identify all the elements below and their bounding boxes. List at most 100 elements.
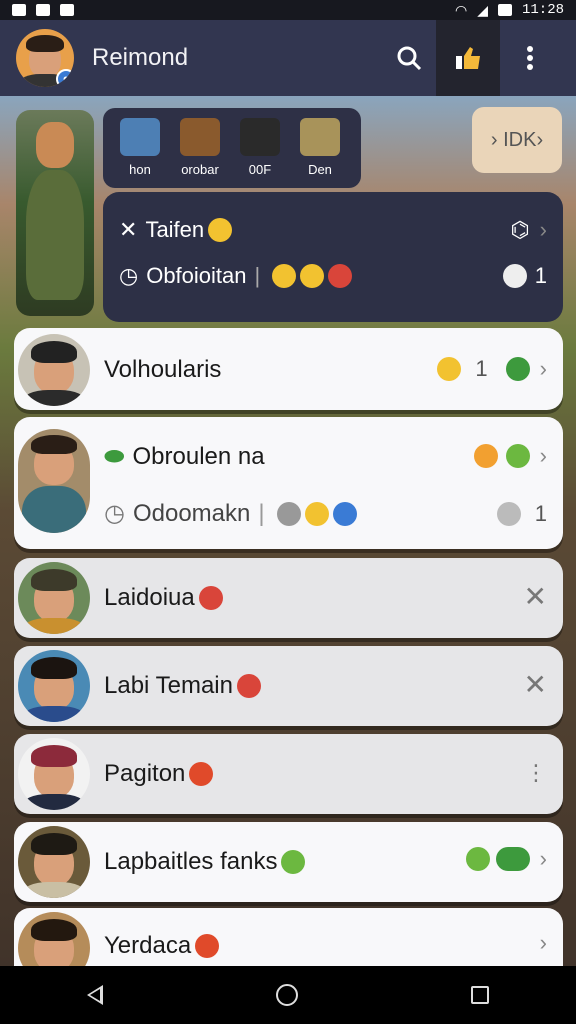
notification-icon (36, 4, 50, 16)
chevron-right-icon: › (539, 217, 547, 242)
avatar (18, 562, 90, 634)
chevron-right-icon: › (539, 930, 547, 955)
chat-name: Yerdaca (104, 932, 220, 960)
chat-pill-icon (495, 847, 530, 871)
more-vertical-icon[interactable]: ⋮ (525, 760, 547, 786)
chevron-right-icon: › (539, 356, 547, 381)
recents-button[interactable] (471, 986, 490, 1004)
game-thumbnail (300, 118, 340, 156)
unread-count: 1 (534, 501, 547, 526)
game-thumbnail (240, 118, 280, 156)
battery-icon (497, 4, 512, 16)
reaction-button[interactable] (436, 20, 500, 96)
featured-row-label: Taifen (145, 217, 205, 242)
emoji-icon (195, 934, 220, 958)
chat-name: ⬬ Obroulen na (104, 443, 265, 470)
emoji-icon (272, 264, 297, 288)
emoji-icon (236, 674, 261, 698)
game-thumbnail (120, 118, 160, 156)
chevron-right-icon: › (539, 846, 547, 871)
separator: | (258, 499, 265, 527)
search-button[interactable] (382, 20, 436, 96)
avatar (18, 650, 90, 722)
notification-icon (12, 4, 26, 16)
status-badge: ● (56, 69, 74, 87)
system-nav-bar (0, 966, 576, 1024)
emoji-icon (328, 264, 353, 288)
signal-icon: ◢ (477, 1, 488, 18)
status-time: 11:28 (521, 2, 564, 18)
chat-subtitle: ◷ Odoomakn | (104, 499, 357, 528)
emoji-icon (473, 444, 498, 468)
avatar (18, 826, 90, 898)
game-item[interactable]: hon (115, 118, 165, 188)
chat-row[interactable]: Labi Temain ✕ (14, 646, 563, 726)
leaf-icon (505, 357, 530, 381)
featured-row-label: Obfoioitan (146, 263, 247, 288)
featured-row[interactable]: ✕ Taifen ⌬ › (119, 210, 547, 250)
chat-name: Pagiton (104, 760, 214, 788)
emoji-icon (437, 357, 462, 381)
chat-row[interactable]: Lapbaitles fanks › (14, 822, 563, 902)
chat-name: Volhoularis (104, 356, 222, 383)
emoji-icon (300, 264, 325, 288)
close-icon[interactable]: ✕ (524, 668, 547, 701)
emoji-icon (281, 850, 306, 874)
game-item[interactable]: orobar (175, 118, 225, 188)
game-label: orobar (181, 162, 219, 177)
page-title: Reimond (92, 44, 189, 71)
clock-icon: ◷ (119, 263, 139, 288)
controller-icon: ⌬ (510, 217, 530, 242)
emoji-icon (198, 586, 223, 610)
chat-row[interactable]: Volhoularis 1 › (14, 328, 563, 410)
search-icon (397, 46, 422, 71)
game-label: Den (308, 162, 332, 177)
emoji-icon (189, 762, 214, 786)
featured-card[interactable]: ✕ Taifen ⌬ › ◷ Obfoioitan | 1 (103, 192, 563, 322)
wifi-icon: ◠ (454, 1, 468, 18)
more-vertical-icon (527, 46, 533, 70)
game-label: 00F (248, 162, 272, 177)
back-button[interactable] (86, 985, 103, 1005)
avatar (18, 738, 90, 810)
clock-icon: ◷ (104, 500, 125, 527)
chat-name: Labi Temain (104, 672, 261, 700)
games-strip: hon orobar 00F Den (103, 108, 361, 188)
chat-row[interactable]: Pagiton ⋮ (14, 734, 563, 814)
chat-row[interactable]: ⬬ Obroulen na › ◷ Odoomakn | 1 (14, 417, 563, 549)
chat-row[interactable]: Yerdaca › (14, 908, 563, 984)
avatar (18, 334, 90, 406)
thumbs-up-icon (456, 47, 480, 69)
pickle-icon: ⬬ (104, 443, 125, 470)
separator: | (254, 263, 261, 288)
emoji-icon (465, 847, 490, 871)
game-label: hon (129, 162, 151, 177)
emoji-icon (496, 502, 521, 526)
emoji-icon (304, 501, 329, 526)
crossed-swords-icon: ✕ (119, 217, 138, 242)
chat-name: Lapbaitles fanks (104, 848, 306, 876)
avatar (18, 429, 90, 533)
featured-character-tile[interactable] (16, 110, 94, 316)
chat-name: Laidoiua (104, 584, 223, 612)
emoji-icon (276, 501, 301, 526)
chat-row[interactable]: Laidoiua ✕ (14, 558, 563, 638)
emoji-icon (505, 444, 530, 468)
game-item[interactable]: Den (295, 118, 345, 188)
more-menu-button[interactable] (500, 20, 560, 96)
chevron-right-icon: › (539, 443, 547, 468)
unread-count: 1 (534, 263, 547, 288)
emoji-icon (502, 264, 527, 288)
notification-icon (60, 4, 74, 16)
profile-avatar[interactable]: ● (16, 29, 74, 87)
game-item[interactable]: 00F (235, 118, 285, 188)
close-icon[interactable]: ✕ (524, 580, 547, 613)
idk-chip[interactable]: › IDK› (472, 107, 562, 173)
status-bar: ◠ ◢ 11:28 (0, 0, 576, 20)
unread-count: 1 (475, 356, 488, 381)
home-button[interactable] (275, 984, 298, 1006)
app-bar: ● Reimond (0, 20, 576, 96)
game-thumbnail (180, 118, 220, 156)
emoji-icon (208, 218, 233, 242)
featured-row[interactable]: ◷ Obfoioitan | 1 (119, 256, 547, 296)
